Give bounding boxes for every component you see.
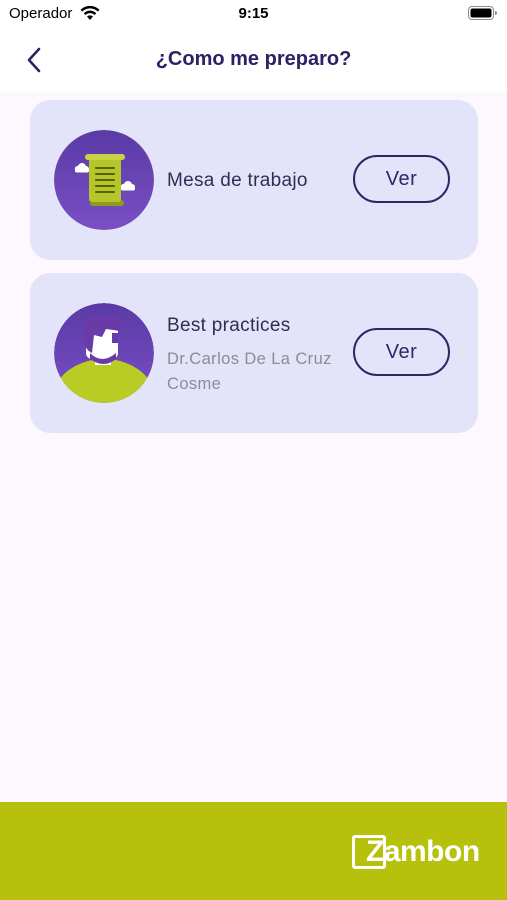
card-subtitle: Dr.Carlos De La Cruz Cosme [167,350,332,393]
ver-button-mesa-de-trabajo[interactable]: Ver [353,155,450,203]
footer: Zambon [0,802,507,900]
content-area: Mesa de trabajo Ver Best practices Dr.Ca… [0,92,507,802]
document-scroll-icon [54,130,154,230]
zambon-logo-mark [352,835,386,869]
battery-icon [468,6,498,26]
card-title: Best practices [167,315,291,336]
card-best-practices: Best practices Dr.Carlos De La Cruz Cosm… [30,273,478,433]
card-mesa-de-trabajo: Mesa de trabajo Ver [30,100,478,260]
status-bar: Operador 9:15 [0,0,507,28]
nav-bar: ¿Como me preparo? [0,28,507,92]
zambon-logo: Zambon [352,834,480,870]
status-time: 9:15 [238,5,269,22]
ver-button-best-practices[interactable]: Ver [353,328,450,376]
card-title: Mesa de trabajo [167,170,308,191]
person-avatar-icon [54,303,154,403]
page-title: ¿Como me preparo? [155,48,352,70]
